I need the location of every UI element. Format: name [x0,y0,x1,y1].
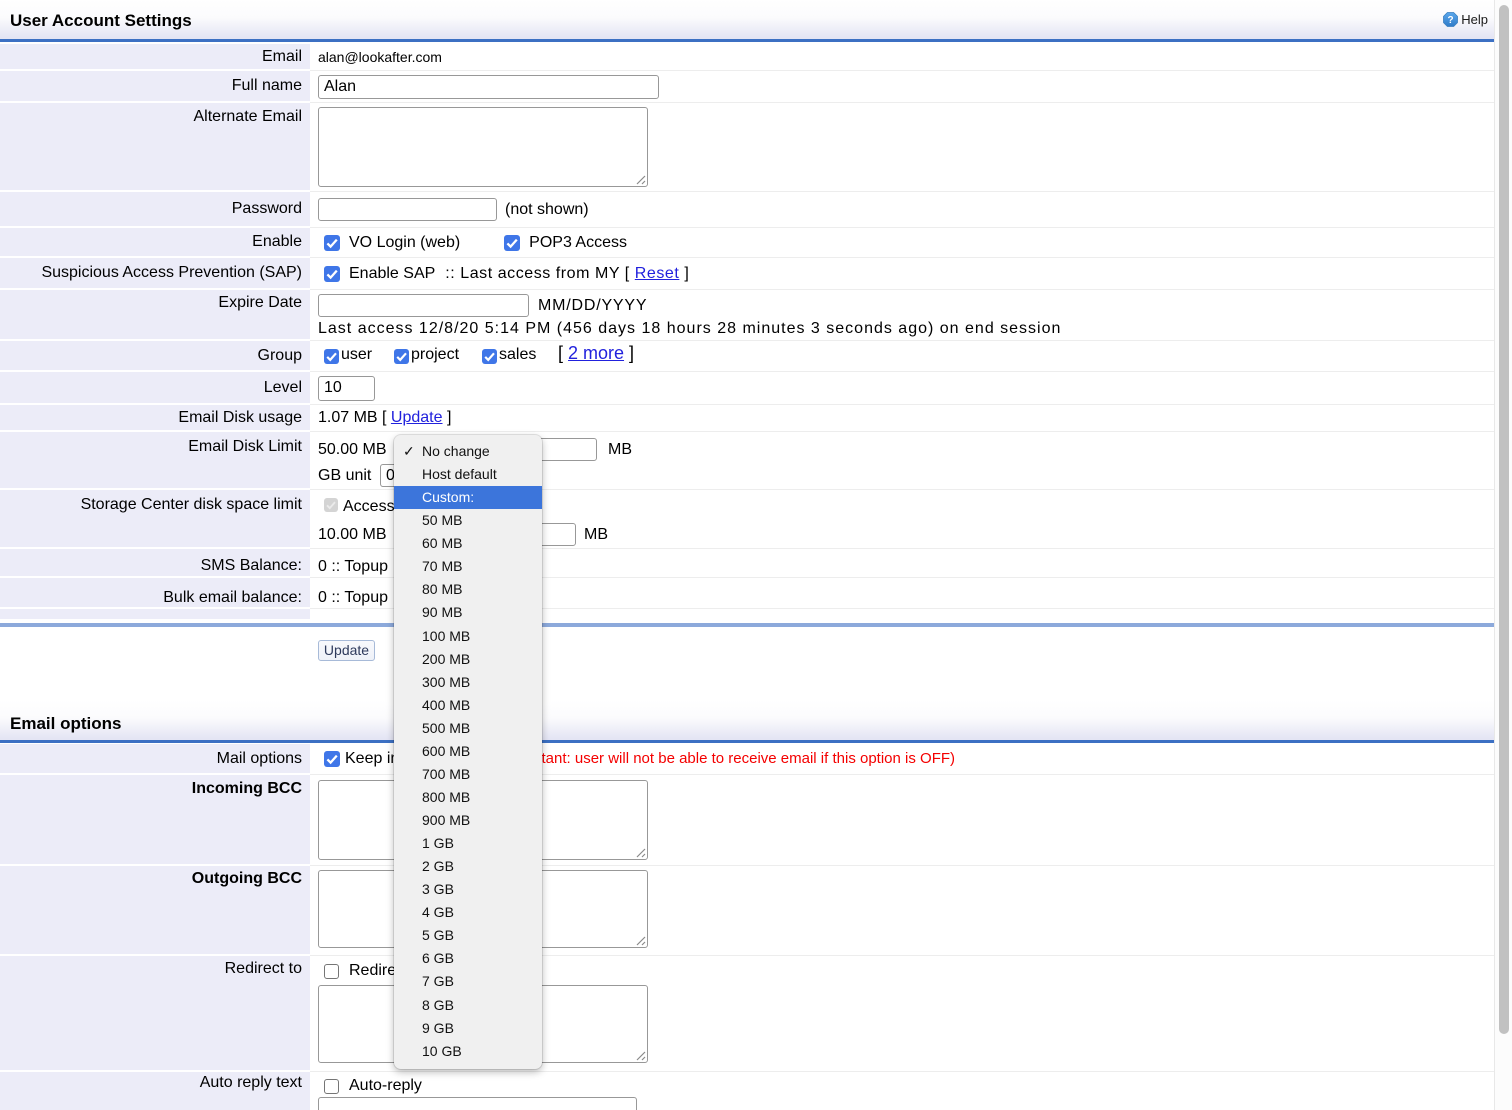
svg-text:?: ? [1448,15,1454,26]
